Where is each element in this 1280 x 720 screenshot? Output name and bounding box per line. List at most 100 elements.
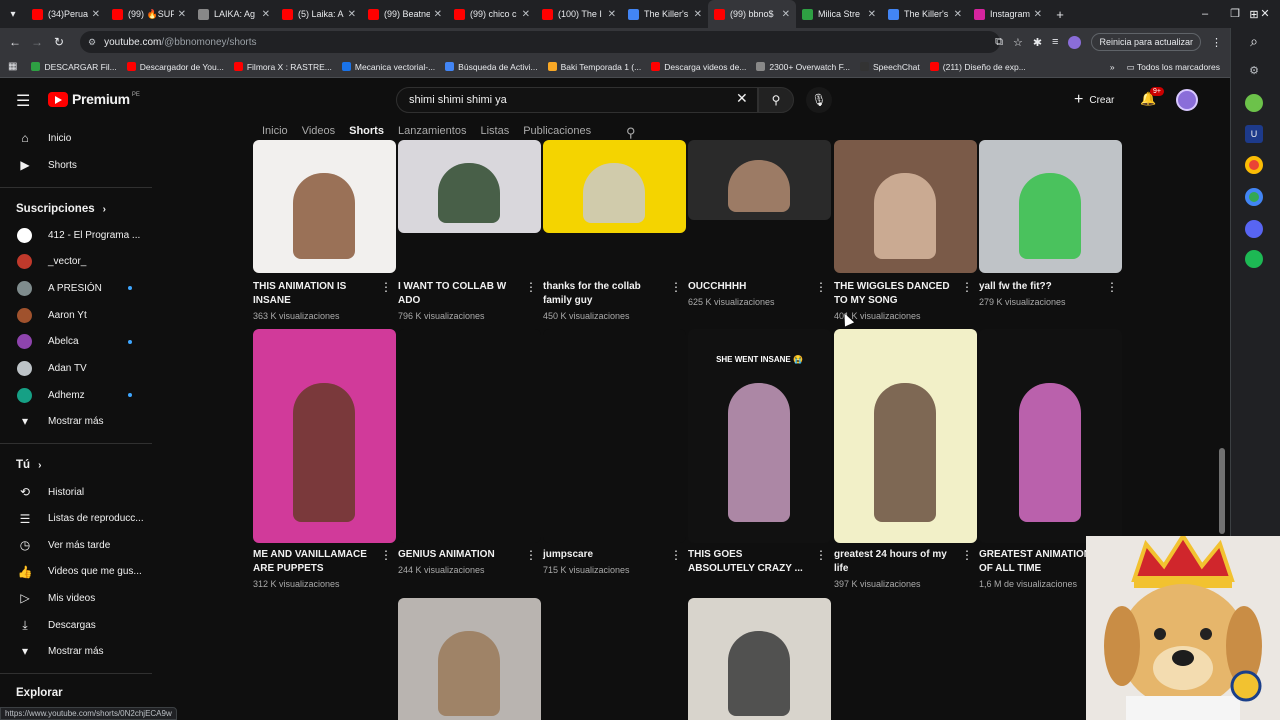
short-title[interactable]: GENIUS ANIMATION bbox=[398, 548, 516, 562]
create-button[interactable]: + Crear bbox=[1074, 89, 1114, 111]
short-thumbnail[interactable]: SHE WENT INSANE 😭 bbox=[688, 329, 831, 543]
short-thumbnail[interactable] bbox=[398, 140, 541, 233]
tab-close-icon[interactable]: ✕ bbox=[782, 9, 790, 20]
chrome-2-icon[interactable] bbox=[1245, 188, 1263, 206]
bookmark-item[interactable]: (211) Diseño de exp... bbox=[929, 62, 1026, 72]
short-more-icon[interactable]: ⋮ bbox=[380, 548, 392, 562]
tab-close-icon[interactable]: ✕ bbox=[178, 9, 186, 20]
sidebar-item-inicio[interactable]: ⌂ Inicio bbox=[16, 128, 71, 148]
sidebar-item-downloads[interactable]: ⤓ Descargas bbox=[16, 615, 95, 635]
youtube-logo[interactable]: Premium PE bbox=[48, 91, 140, 107]
short-title[interactable]: ME AND VANILLAMACE ARE PUPPETS bbox=[253, 548, 371, 576]
short-more-icon[interactable]: ⋮ bbox=[961, 280, 973, 294]
bookmarks-more-icon[interactable]: » bbox=[1110, 62, 1115, 72]
short-title[interactable]: THE WIGGLES DANCED TO MY SONG bbox=[834, 280, 952, 308]
short-thumbnail[interactable] bbox=[688, 598, 831, 720]
search-input[interactable]: shimi shimi shimi ya bbox=[396, 87, 758, 113]
hamburger-menu-icon[interactable]: ☰ bbox=[16, 91, 30, 111]
short-thumbnail[interactable] bbox=[253, 329, 396, 543]
discord-icon[interactable] bbox=[1245, 220, 1263, 238]
bookmark-item[interactable]: 2300+ Overwatch F... bbox=[756, 62, 850, 72]
browser-tab[interactable]: Instagram ✕ bbox=[968, 0, 1048, 28]
app-green-icon[interactable] bbox=[1245, 94, 1263, 112]
search-button[interactable]: ⚲ bbox=[758, 87, 794, 113]
apps-icon[interactable]: ▦ bbox=[8, 61, 17, 72]
subscriptions-header[interactable]: Suscripciones › bbox=[16, 203, 106, 215]
short-title[interactable]: THIS ANIMATION IS INSANE bbox=[253, 280, 371, 308]
new-tab-button[interactable]: + bbox=[1048, 7, 1072, 22]
address-bar[interactable]: ⚙ youtube.com/@bbnomoney/shorts bbox=[80, 31, 1000, 53]
extensions-icon[interactable]: ✱ bbox=[1033, 36, 1042, 49]
tab-close-icon[interactable]: ✕ bbox=[868, 9, 876, 20]
short-thumbnail[interactable] bbox=[543, 140, 686, 233]
minimize-icon[interactable]: – bbox=[1190, 0, 1220, 28]
short-thumbnail[interactable] bbox=[688, 140, 831, 220]
short-more-icon[interactable]: ⋮ bbox=[670, 280, 682, 294]
reload-icon[interactable]: ↻ bbox=[48, 35, 70, 49]
tab-close-icon[interactable]: ✕ bbox=[348, 9, 356, 20]
app-u-icon[interactable]: U bbox=[1245, 125, 1263, 143]
tab-close-icon[interactable]: ✕ bbox=[694, 9, 702, 20]
subscription-item[interactable]: Abelca bbox=[16, 332, 79, 352]
short-thumbnail[interactable] bbox=[398, 329, 541, 543]
voice-search-icon[interactable]: 🎙 bbox=[806, 87, 832, 113]
media-icon[interactable]: ≡ bbox=[1052, 36, 1058, 48]
site-info-icon[interactable]: ⚙ bbox=[88, 37, 96, 48]
sidebar-item-playlists[interactable]: ☰ Listas de reproducc... bbox=[16, 509, 144, 529]
short-thumbnail[interactable] bbox=[253, 140, 396, 273]
short-more-icon[interactable]: ⋮ bbox=[815, 280, 827, 294]
browser-tab[interactable]: (5) Laika: A ✕ bbox=[276, 0, 362, 28]
page-scrollbar[interactable] bbox=[1219, 448, 1225, 534]
windows-icon[interactable]: ⊞ bbox=[1245, 6, 1263, 24]
install-app-icon[interactable]: ⧉ bbox=[995, 36, 1003, 49]
sidebar-item-shorts[interactable]: ▶ Shorts bbox=[16, 155, 77, 175]
sidebar-show-more[interactable]: ▾ Mostrar más bbox=[16, 411, 104, 431]
bookmark-item[interactable]: Búsqueda de Activi... bbox=[445, 62, 538, 72]
bookmark-item[interactable]: SpeechChat bbox=[859, 62, 920, 72]
tab-close-icon[interactable]: ✕ bbox=[262, 9, 270, 20]
short-more-icon[interactable]: ⋮ bbox=[815, 548, 827, 562]
settings-icon[interactable]: ⚙ bbox=[1245, 62, 1263, 80]
bookmark-star-icon[interactable]: ☆ bbox=[1013, 36, 1023, 49]
tab-close-icon[interactable]: ✕ bbox=[954, 9, 962, 20]
subscription-item[interactable]: Adhemz bbox=[16, 385, 85, 405]
update-button[interactable]: Reinicia para actualizar bbox=[1091, 33, 1201, 51]
short-title[interactable]: yall fw the fit?? bbox=[979, 280, 1097, 294]
bookmark-item[interactable]: Descarga videos de... bbox=[651, 62, 746, 72]
browser-tab[interactable]: (99) bbno$ ✕ bbox=[708, 0, 796, 28]
short-more-icon[interactable]: ⋮ bbox=[1106, 280, 1118, 294]
sidebar-item-watch-later[interactable]: ◷ Ver más tarde bbox=[16, 535, 111, 555]
bookmark-item[interactable]: Filmora X : RASTRE... bbox=[233, 62, 332, 72]
channel-search-icon[interactable]: ⚲ bbox=[626, 125, 636, 141]
short-more-icon[interactable]: ⋮ bbox=[380, 280, 392, 294]
sidebar-item-history[interactable]: ⟲ Historial bbox=[16, 482, 84, 502]
browser-tab[interactable]: (34)Peruan ✕ bbox=[26, 0, 106, 28]
browser-tab[interactable]: Milica Stre ✕ bbox=[796, 0, 882, 28]
browser-tab[interactable]: (99) 🔥SUP ✕ bbox=[106, 0, 192, 28]
spotify-icon[interactable] bbox=[1245, 250, 1263, 268]
short-more-icon[interactable]: ⋮ bbox=[525, 548, 537, 562]
short-title[interactable]: OUCCHHHH bbox=[688, 280, 806, 294]
short-more-icon[interactable]: ⋮ bbox=[670, 548, 682, 562]
sidebar-show-more-you[interactable]: ▾ Mostrar más bbox=[16, 641, 104, 661]
short-title[interactable]: thanks for the collab family guy bbox=[543, 280, 661, 308]
browser-tab[interactable]: (100) The I ✕ bbox=[536, 0, 622, 28]
short-title[interactable]: GREATEST ANIMATION OF ALL TIME bbox=[979, 548, 1097, 576]
browser-tab[interactable]: (99) chico c ✕ bbox=[448, 0, 536, 28]
short-more-icon[interactable]: ⋮ bbox=[961, 548, 973, 562]
bookmark-item[interactable]: Descargador de You... bbox=[126, 62, 224, 72]
browser-tab[interactable]: The Killer's ✕ bbox=[882, 0, 968, 28]
bookmark-item[interactable]: Mecanica vectorial-... bbox=[341, 62, 435, 72]
you-header[interactable]: Tú › bbox=[16, 459, 41, 471]
sidebar-item-like[interactable]: 👍 Videos que me gus... bbox=[16, 562, 142, 582]
tab-close-icon[interactable]: ✕ bbox=[522, 9, 530, 20]
bookmark-item[interactable]: DESCARGAR Fil... bbox=[31, 62, 117, 72]
subscription-item[interactable]: Aaron Yt bbox=[16, 305, 87, 325]
browser-tab[interactable]: (99) Beatne ✕ bbox=[362, 0, 448, 28]
short-title[interactable]: jumpscare bbox=[543, 548, 661, 562]
all-bookmarks-folder[interactable]: ▭ Todos los marcadores bbox=[1127, 62, 1220, 73]
account-avatar[interactable] bbox=[1176, 89, 1198, 111]
back-icon[interactable]: ← bbox=[4, 35, 26, 49]
tab-search-icon[interactable]: ▾ bbox=[0, 9, 26, 20]
short-thumbnail[interactable] bbox=[834, 329, 977, 543]
